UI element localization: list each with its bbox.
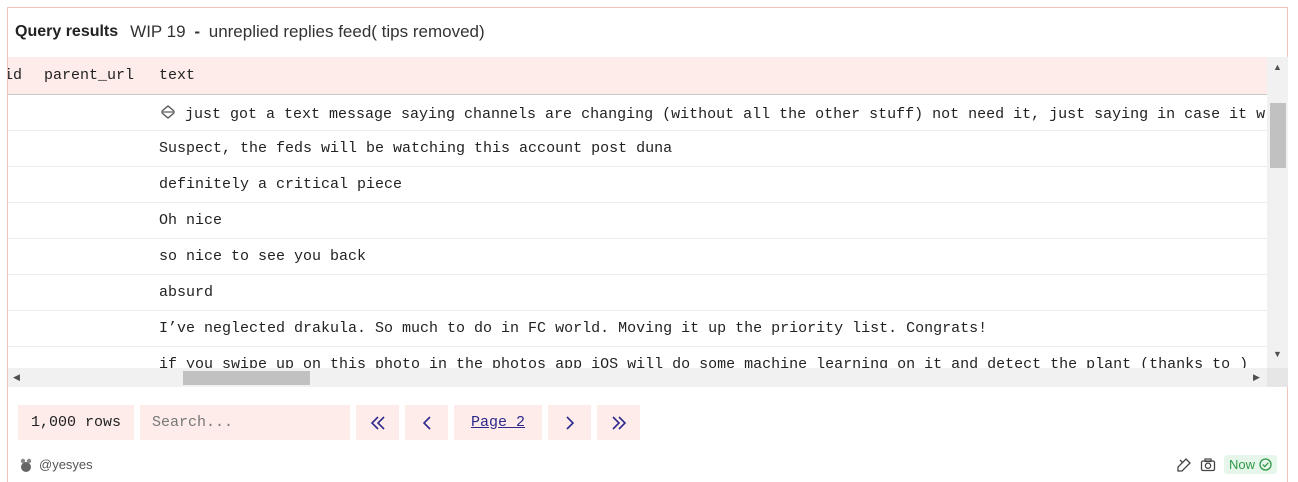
author-handle: @yesyes: [39, 457, 93, 472]
query-results-panel: Query results WIP 19 - unreplied replies…: [7, 7, 1288, 482]
query-name-suffix: unreplied replies feed( tips removed): [208, 22, 485, 41]
edit-icon[interactable]: [1176, 457, 1192, 473]
scroll-left-arrow-icon[interactable]: ◀: [13, 372, 20, 382]
current-page-button[interactable]: Page 2: [454, 405, 542, 440]
chevron-right-icon: [565, 415, 574, 430]
table-row[interactable]: just got a text message saying channels …: [8, 95, 1267, 131]
table-body: just got a text message saying channels …: [8, 95, 1267, 368]
scroll-up-arrow-icon[interactable]: ▲: [1273, 62, 1282, 72]
previous-page-button[interactable]: [405, 405, 448, 440]
table-row[interactable]: Oh nice: [8, 203, 1267, 239]
status-label: Now: [1228, 457, 1255, 472]
scroll-down-arrow-icon[interactable]: ▼: [1273, 349, 1282, 359]
expand-collapse-icon[interactable]: [159, 104, 177, 120]
panel-header: Query results WIP 19 - unreplied replies…: [15, 20, 485, 44]
double-chevron-right-icon: [611, 415, 626, 430]
cell-text: definitely a critical piece: [159, 176, 403, 193]
table-row[interactable]: so nice to see you back: [8, 239, 1267, 275]
horizontal-scroll-thumb[interactable]: [183, 371, 310, 385]
table-row[interactable]: I’ve neglected drakula. So much to do in…: [8, 311, 1267, 347]
table-row[interactable]: absurd: [8, 275, 1267, 311]
table-header: id parent_url text: [8, 57, 1267, 95]
panel-footer: @yesyes Now: [19, 455, 1277, 475]
double-chevron-left-icon: [370, 415, 385, 430]
table-row[interactable]: if you swipe up on this photo in the pho…: [8, 347, 1267, 368]
cell-text: if you swipe up on this photo in the pho…: [159, 356, 1249, 368]
pagination-bar: 1,000 rows Page 2: [18, 405, 640, 440]
avatar-icon: [20, 458, 32, 472]
author-link[interactable]: @yesyes: [19, 457, 93, 472]
cell-text: so nice to see you back: [159, 248, 367, 265]
table-row[interactable]: Suspect, the feds will be watching this …: [8, 131, 1267, 167]
scrollbar-corner: [1267, 368, 1288, 387]
last-page-button[interactable]: [597, 405, 640, 440]
footer-actions: Now: [1176, 455, 1277, 474]
column-header-id[interactable]: id: [8, 67, 22, 84]
cell-text: just got a text message saying channels …: [159, 104, 1265, 123]
search-input[interactable]: [140, 405, 350, 440]
cell-text: Oh nice: [159, 212, 223, 229]
query-name-separator: -: [194, 22, 200, 41]
cell-text: Suspect, the feds will be watching this …: [159, 140, 673, 157]
first-page-button[interactable]: [356, 405, 399, 440]
query-name-prefix: WIP 19: [130, 22, 186, 41]
vertical-scrollbar[interactable]: ▲ ▼: [1267, 57, 1288, 368]
cell-text-value: just got a text message saying channels …: [185, 106, 1266, 123]
cell-text: I’ve neglected drakula. So much to do in…: [159, 320, 988, 337]
horizontal-scrollbar[interactable]: ◀ ▶: [8, 368, 1267, 387]
next-page-button[interactable]: [548, 405, 591, 440]
cell-text: absurd: [159, 284, 214, 301]
results-table: id parent_url text just got a text messa…: [8, 57, 1288, 387]
check-circle-icon: [1259, 458, 1272, 471]
vertical-scroll-thumb[interactable]: [1270, 103, 1286, 168]
scroll-right-arrow-icon[interactable]: ▶: [1253, 372, 1260, 382]
query-name[interactable]: WIP 19 - unreplied replies feed( tips re…: [130, 22, 485, 42]
column-header-parent-url[interactable]: parent_url: [44, 67, 134, 84]
panel-title: Query results: [15, 23, 119, 40]
column-header-text[interactable]: text: [159, 67, 195, 84]
row-count: 1,000 rows: [18, 405, 134, 440]
chevron-left-icon: [422, 415, 431, 430]
status-badge: Now: [1223, 455, 1277, 474]
camera-icon[interactable]: [1200, 457, 1216, 473]
table-row[interactable]: definitely a critical piece: [8, 167, 1267, 203]
